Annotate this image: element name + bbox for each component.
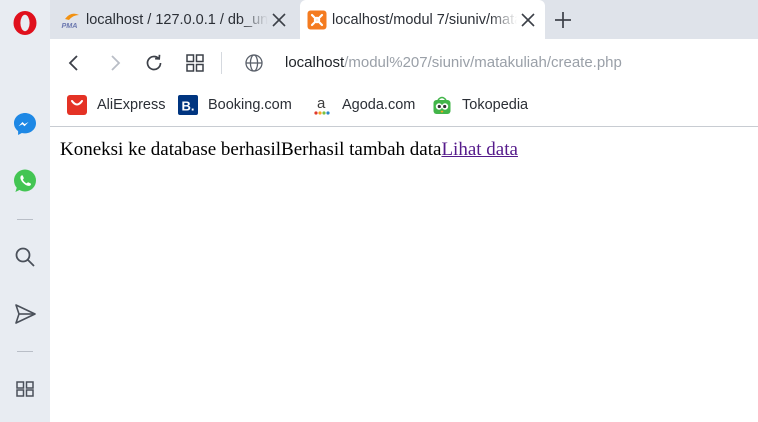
url-host: localhost (285, 54, 345, 71)
close-tab-icon[interactable] (268, 9, 290, 31)
messenger-icon[interactable] (0, 106, 50, 142)
toolbar-divider (221, 52, 222, 74)
reload-icon[interactable] (142, 51, 166, 75)
tokopedia-icon (432, 95, 452, 115)
tab-matakuliah-create[interactable]: localhost/modul 7/siuniv/matakuliah (300, 0, 545, 39)
send-icon[interactable] (0, 296, 50, 332)
bookmark-label: Booking.com (208, 97, 292, 113)
bookmark-booking[interactable]: B. Booking.com (178, 94, 292, 116)
tab-phpmyadmin[interactable]: PMA localhost / 127.0.0.1 / db_unp (54, 0, 296, 39)
booking-icon: B. (178, 95, 198, 115)
success-message-text: Koneksi ke database berhasilBerhasil tam… (60, 139, 442, 160)
status-message: Koneksi ke database berhasilBerhasil tam… (60, 139, 518, 161)
forward-arrow-icon[interactable] (103, 51, 127, 75)
booking-logo-text: B. (182, 99, 195, 114)
bookmark-label: Tokopedia (462, 97, 529, 113)
bookmark-agoda[interactable]: a Agoda.com (312, 94, 415, 116)
tab-title: localhost/modul 7/siuniv/matakuliah (332, 11, 517, 28)
bookmark-label: Agoda.com (342, 97, 416, 113)
address-toolbar: localhost/modul%207/siuniv/matakuliah/cr… (50, 39, 758, 87)
speed-dial-grid-icon[interactable] (183, 51, 207, 75)
url-path: /modul%207/siuniv/matakuliah/create.php (344, 54, 622, 71)
tab-strip: PMA localhost / 127.0.0.1 / db_unp local… (50, 0, 758, 39)
view-data-link[interactable]: Lihat data (441, 139, 518, 160)
xampp-icon (307, 10, 327, 30)
phpmyadmin-logo-text: PMA (62, 21, 78, 30)
url-field[interactable]: localhost/modul%207/siuniv/matakuliah/cr… (285, 54, 622, 71)
sidebar-divider (17, 219, 33, 220)
new-tab-plus-icon[interactable] (551, 8, 575, 32)
globe-icon[interactable] (242, 51, 266, 75)
agoda-icon: a (312, 95, 332, 115)
whatsapp-icon[interactable] (0, 163, 50, 199)
bookmarks-bar: AliExpress B. Booking.com a Agoda.com To… (50, 87, 758, 127)
phpmyadmin-icon: PMA (61, 10, 81, 30)
search-icon[interactable] (0, 239, 50, 275)
back-arrow-icon[interactable] (62, 51, 86, 75)
agoda-logo-text: a (317, 95, 326, 112)
opera-logo-icon[interactable] (0, 5, 50, 41)
opera-sidebar (0, 0, 50, 422)
apps-grid-icon[interactable] (0, 371, 50, 407)
aliexpress-icon (67, 95, 87, 115)
bookmark-aliexpress[interactable]: AliExpress (67, 94, 166, 116)
tab-title: localhost / 127.0.0.1 / db_unp (86, 11, 268, 28)
close-tab-icon[interactable] (517, 9, 539, 31)
bookmark-tokopedia[interactable]: Tokopedia (432, 94, 528, 116)
bookmark-label: AliExpress (97, 97, 166, 113)
sidebar-divider (17, 351, 33, 352)
page-content: Koneksi ke database berhasilBerhasil tam… (50, 128, 758, 422)
